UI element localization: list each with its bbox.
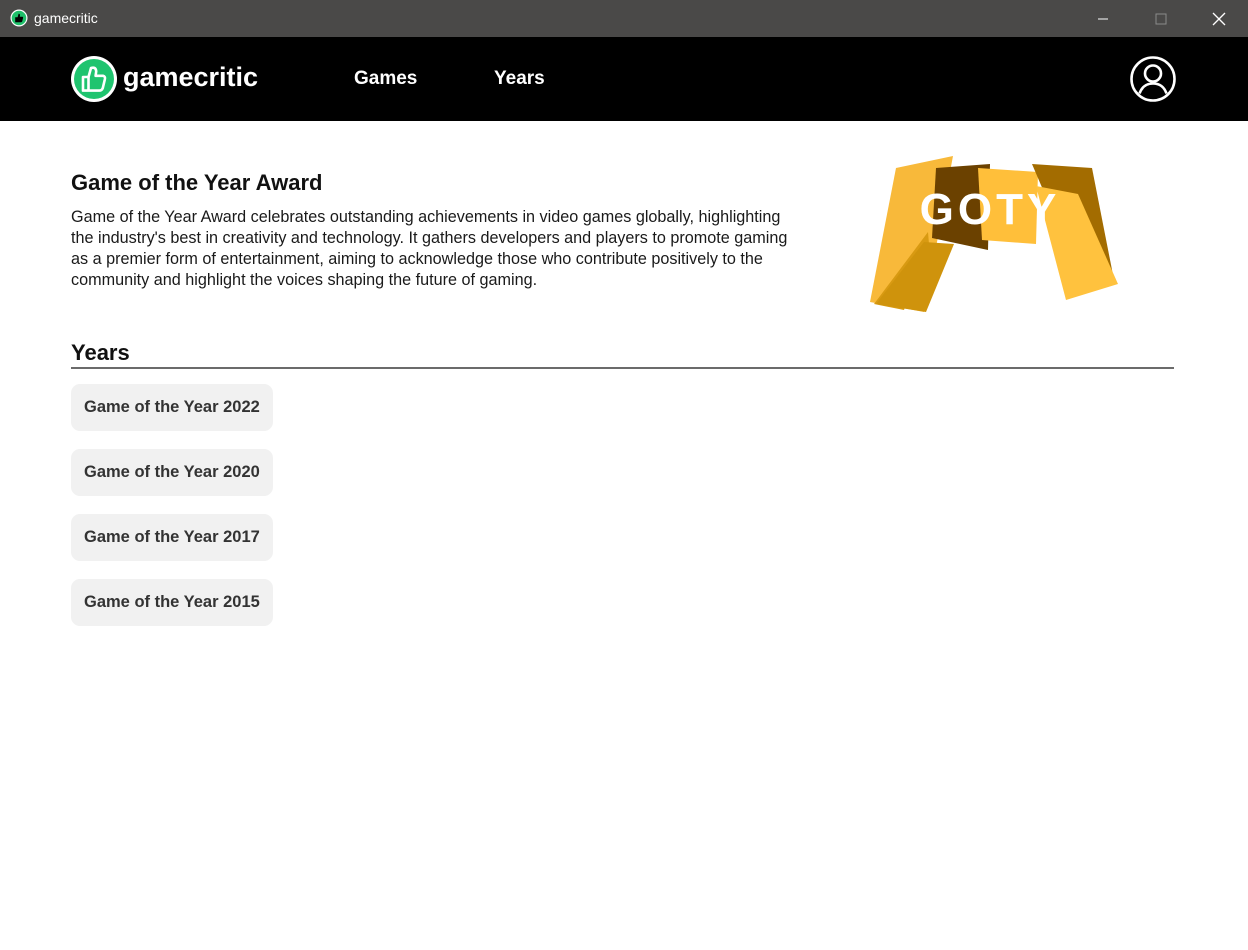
- user-icon: [1130, 56, 1176, 102]
- user-account-button[interactable]: [1130, 56, 1176, 102]
- year-button-2015[interactable]: Game of the Year 2015: [71, 579, 273, 626]
- maximize-button[interactable]: [1132, 0, 1190, 37]
- year-list: Game of the Year 2022 Game of the Year 2…: [71, 384, 273, 626]
- goty-award-logo: GOTY: [870, 156, 1118, 312]
- year-button-2022[interactable]: Game of the Year 2022: [71, 384, 273, 431]
- section-divider: [71, 367, 1174, 369]
- close-icon: [1212, 12, 1226, 25]
- maximize-icon: [1155, 13, 1167, 24]
- close-button[interactable]: [1190, 0, 1248, 37]
- goty-text: GOTY: [920, 185, 1061, 234]
- nav-years[interactable]: Years: [494, 68, 545, 90]
- site-logo[interactable]: gamecritic: [71, 56, 258, 102]
- app-icon: [10, 9, 28, 27]
- minimize-icon: [1098, 18, 1108, 19]
- window-title: gamecritic: [34, 10, 98, 26]
- thumbs-up-logo-icon: [71, 56, 117, 102]
- nav-games[interactable]: Games: [354, 68, 417, 90]
- award-description: Game of the Year Award celebrates outsta…: [71, 208, 788, 289]
- minimize-button[interactable]: [1074, 0, 1132, 37]
- year-button-2017[interactable]: Game of the Year 2017: [71, 514, 273, 561]
- years-heading: Years: [71, 340, 130, 365]
- logo-text: gamecritic: [123, 62, 259, 92]
- site-header: gamecritic Games Years: [0, 37, 1248, 121]
- year-button-2020[interactable]: Game of the Year 2020: [71, 449, 273, 496]
- window-titlebar: gamecritic: [0, 0, 1248, 37]
- award-title: Game of the Year Award: [71, 170, 323, 195]
